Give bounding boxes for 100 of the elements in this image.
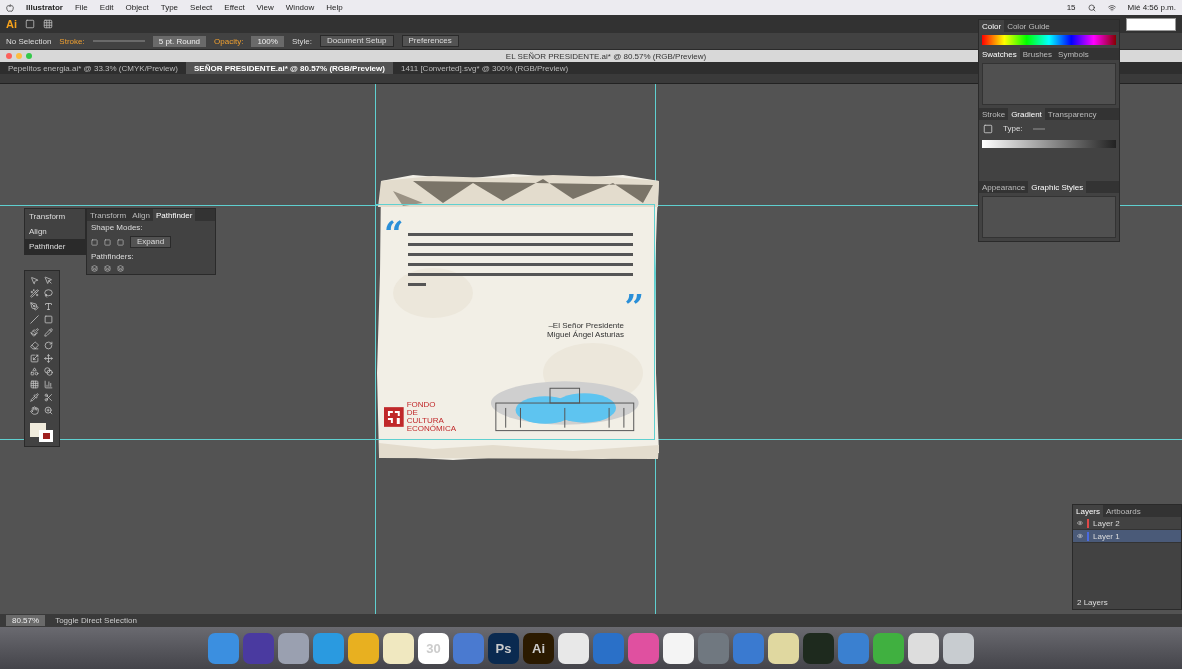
logo-text: FONDO — [406, 401, 437, 409]
status-text: Toggle Direct Selection — [55, 616, 137, 625]
blend-icon[interactable] — [42, 366, 54, 377]
pen-icon[interactable] — [28, 301, 40, 312]
visibility-icon[interactable] — [1077, 520, 1083, 526]
panel-tab[interactable]: Align — [129, 209, 153, 221]
move-icon[interactable] — [42, 353, 54, 364]
stroke-label: Stroke: — [59, 36, 85, 46]
lasso-icon[interactable] — [42, 288, 54, 299]
style-label: Style: — [291, 36, 312, 46]
menu-item[interactable]: Help — [326, 3, 343, 12]
apple-icon[interactable] — [6, 3, 14, 12]
scissors-icon[interactable] — [42, 392, 54, 403]
brush-dropdown[interactable]: 5 pt. Round — [152, 35, 207, 47]
dock-app-icon[interactable] — [768, 632, 799, 664]
menu-item[interactable]: Type — [160, 3, 179, 12]
eraser-icon[interactable] — [28, 340, 40, 351]
dock-app-icon[interactable] — [558, 632, 589, 664]
panel-tab[interactable]: Appearance — [979, 181, 1029, 193]
bar-chart-icon[interactable] — [42, 379, 54, 390]
menu-item[interactable]: Window — [285, 3, 315, 12]
app-logo: Ai — [6, 18, 17, 30]
search-icon[interactable] — [1087, 3, 1096, 12]
toolbar-button[interactable]: Document Setup — [319, 35, 394, 47]
toolbar-button[interactable]: Preferences — [401, 35, 459, 47]
layer-count: 2 Layers — [1076, 597, 1109, 609]
search-field[interactable] — [1126, 17, 1176, 31]
grid-icon[interactable] — [28, 379, 40, 390]
menu-item[interactable]: Select — [190, 3, 213, 12]
scale-icon[interactable] — [28, 353, 40, 364]
panel-tab[interactable]: Stroke — [979, 108, 1009, 120]
panel-tab[interactable]: Symbols — [1055, 48, 1092, 60]
dock-app-icon[interactable] — [873, 632, 904, 664]
color-spectrum[interactable] — [982, 35, 1116, 45]
panel-tab[interactable]: Transparency — [1044, 108, 1100, 120]
eyedropper-icon[interactable] — [28, 392, 40, 403]
panel-shortcut[interactable]: Align — [25, 224, 85, 239]
layer-name: Layer 1 — [1093, 531, 1120, 541]
shapes-icon[interactable] — [28, 366, 40, 377]
selection-icon[interactable] — [28, 275, 40, 286]
menu-item[interactable]: Effect — [224, 3, 245, 12]
wifi-icon[interactable] — [1107, 3, 1116, 12]
type-icon[interactable] — [42, 301, 54, 312]
panel-tab[interactable]: Brushes — [1019, 48, 1056, 60]
panel-tab[interactable]: Color — [979, 20, 1005, 32]
wand-icon[interactable] — [28, 288, 40, 299]
dock-app-icon[interactable]: Ps — [488, 632, 519, 664]
rotate-icon[interactable] — [42, 340, 54, 351]
dock-app-icon[interactable] — [663, 632, 694, 664]
attribution-text: Miguel Ángel Asturias — [546, 330, 624, 339]
pointer-icon[interactable] — [42, 275, 54, 286]
section-label: Pathfinders: — [90, 251, 135, 263]
expand-button[interactable]: Expand — [130, 236, 172, 248]
menu-item[interactable]: Edit — [99, 3, 114, 12]
dock-app-icon[interactable] — [943, 632, 974, 664]
document-tab[interactable]: 1411 [Converted].svg* @ 300% (RGB/Preview) — [392, 62, 577, 74]
zoom-icon[interactable] — [42, 405, 54, 416]
opacity-field[interactable]: 100% — [251, 35, 284, 47]
document-tab[interactable]: SEÑOR PRESIDENTE.ai* @ 80.57% (RGB/Preview) — [186, 62, 393, 74]
zoom-field[interactable]: 80.57% — [6, 615, 46, 626]
panel-tab[interactable]: Pathfinder — [152, 209, 196, 221]
rectangle-icon[interactable] — [42, 314, 54, 325]
panel-tab[interactable]: Transform — [87, 209, 130, 221]
document-tab[interactable]: Pepelitos energia.ai* @ 33.3% (CMYK/Preview) — [0, 62, 186, 74]
panel-tab[interactable]: Color Guide — [1004, 20, 1053, 32]
panel-shortcut[interactable]: Pathfinder — [25, 239, 85, 254]
dock-app-icon[interactable] — [278, 632, 309, 664]
panel-tab[interactable]: Gradient — [1008, 108, 1045, 120]
panel-shortcut[interactable]: Transform — [25, 209, 85, 224]
arrange-icon[interactable] — [43, 19, 53, 29]
menu-item[interactable]: View — [256, 3, 274, 12]
stroke-field[interactable] — [92, 40, 145, 42]
type-label: Type: — [1002, 123, 1024, 135]
panel-tab[interactable]: Layers — [1073, 505, 1103, 517]
gradient-swatch-icon[interactable] — [983, 123, 993, 134]
fill-stroke-icon[interactable] — [29, 422, 55, 444]
visibility-icon[interactable] — [1077, 533, 1083, 539]
menu-item[interactable]: Object — [125, 3, 149, 12]
panel-tab[interactable]: Artboards — [1103, 505, 1144, 517]
layer-row[interactable]: Layer 1 — [1073, 530, 1181, 543]
panel-tab[interactable]: Graphic Styles — [1028, 181, 1087, 193]
window-title: EL SEÑOR PRESIDENTE.ai* @ 80.57% (RGB/Preview) — [505, 51, 707, 61]
pencil-icon[interactable] — [42, 327, 54, 338]
section-label: Shape Modes: — [90, 222, 144, 234]
status-text: 15 — [1066, 3, 1076, 12]
dock-app-icon[interactable] — [803, 632, 834, 664]
brush-icon[interactable] — [28, 327, 40, 338]
menu-item[interactable]: File — [74, 3, 88, 12]
panel-tab[interactable]: Swatches — [979, 48, 1020, 60]
attribution-text: –El Señor Presidente — [547, 321, 624, 330]
dock-app-icon[interactable]: Ai — [523, 632, 554, 664]
line-icon[interactable] — [28, 314, 40, 325]
dock-app-icon[interactable] — [348, 632, 379, 664]
dock-app-icon[interactable] — [908, 632, 939, 664]
selection-label: No Selection — [6, 36, 52, 46]
menu-item[interactable]: Illustrator — [26, 3, 63, 12]
dock-app-icon[interactable] — [383, 632, 414, 664]
close-quote: ” — [624, 293, 644, 321]
hand-icon[interactable] — [28, 405, 40, 416]
opacity-label: Opacity: — [214, 36, 244, 46]
